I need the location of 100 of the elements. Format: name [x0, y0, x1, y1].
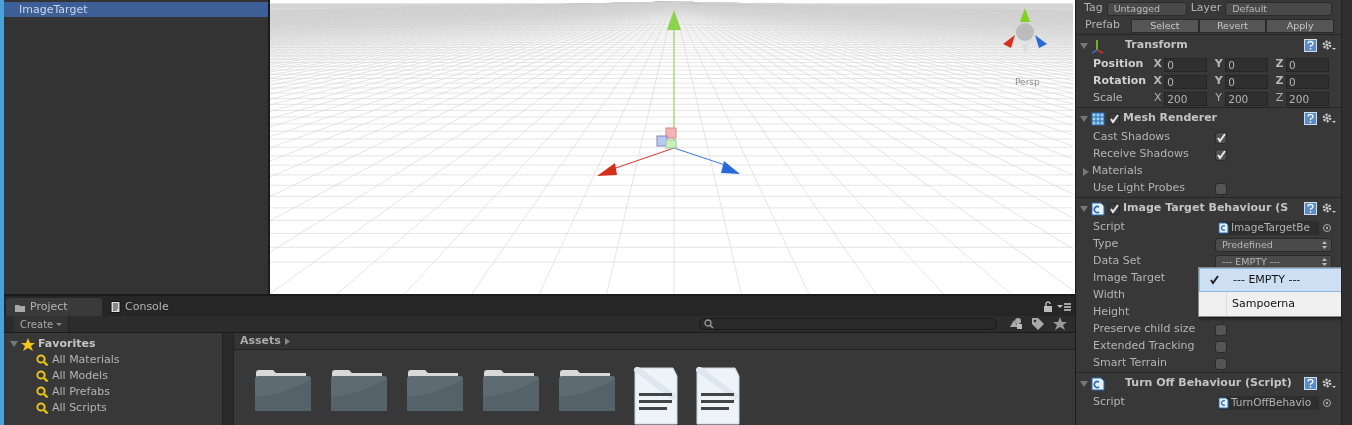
updown-icon — [1322, 257, 1327, 266]
menu-item[interactable]: Sampoerna — [1199, 292, 1352, 316]
checkbox[interactable] — [1108, 202, 1120, 215]
prefab-button[interactable]: Revert — [1198, 18, 1267, 33]
breadcrumb[interactable]: Assets — [240, 332, 281, 350]
foldout-arrow-icon[interactable] — [1080, 42, 1088, 49]
search-icon — [704, 319, 714, 329]
foldout-arrow-icon[interactable] — [1083, 167, 1089, 176]
script-icon — [1218, 221, 1229, 234]
document-icon — [110, 301, 121, 313]
field-label: Data Set — [1093, 253, 1142, 270]
number-field[interactable]: 200 — [1225, 91, 1269, 106]
search-field[interactable] — [699, 318, 997, 330]
scrollbar[interactable] — [1341, 0, 1352, 425]
create-button[interactable]: Create — [14, 316, 70, 332]
number-field[interactable]: 0 — [1286, 74, 1329, 89]
tag-dropdown[interactable]: Untagged — [1106, 1, 1187, 16]
component-title: Turn Off Behaviour (Script) — [1125, 375, 1292, 392]
shapes-icon[interactable] — [1009, 317, 1023, 330]
checkbox[interactable] — [1215, 340, 1227, 353]
gear-icon[interactable] — [1321, 377, 1336, 389]
number-field[interactable]: 0 — [1164, 57, 1208, 72]
document-icon[interactable] — [696, 367, 740, 425]
axis-label: Z — [1274, 90, 1285, 107]
help-icon[interactable] — [1304, 202, 1317, 215]
field-label: Image Target — [1093, 270, 1166, 287]
prefab-button[interactable]: Select — [1131, 18, 1199, 33]
help-icon[interactable] — [1304, 39, 1317, 52]
script-icon — [1091, 376, 1105, 391]
panel-tab[interactable]: Project — [6, 298, 102, 316]
help-icon[interactable] — [1304, 112, 1317, 125]
search-icon — [36, 369, 49, 383]
checkbox[interactable] — [1215, 131, 1227, 144]
folder-icon[interactable] — [558, 367, 616, 413]
axis-label: Y — [1213, 73, 1224, 90]
script-icon — [1091, 201, 1105, 216]
field-label: Scale — [1093, 90, 1124, 107]
axis-label: X — [1153, 90, 1163, 107]
favorite-item[interactable]: All Scripts — [52, 399, 107, 417]
caret-icon — [56, 322, 63, 326]
number-field[interactable]: 0 — [1225, 57, 1269, 72]
field-label: Height — [1093, 304, 1131, 321]
checkbox[interactable] — [1215, 182, 1227, 195]
search-icon — [36, 401, 49, 415]
caret-icon — [284, 337, 290, 345]
object-field[interactable]: ImageTargetBe — [1218, 220, 1319, 235]
search-icon — [36, 353, 49, 367]
field-label: Position — [1093, 56, 1145, 73]
object-picker-icon[interactable] — [1322, 222, 1332, 233]
help-icon[interactable] — [1304, 377, 1317, 390]
dropdown[interactable]: Predefined — [1215, 237, 1332, 252]
favorite-item[interactable]: All Materials — [52, 351, 120, 369]
axis-label: Z — [1274, 56, 1285, 73]
star-icon — [21, 337, 35, 351]
checkbox[interactable] — [1215, 148, 1227, 161]
folder-icon[interactable] — [330, 367, 388, 413]
gear-icon[interactable] — [1321, 202, 1336, 214]
number-field[interactable]: 200 — [1164, 91, 1208, 106]
gear-icon[interactable] — [1321, 112, 1336, 124]
layer-dropdown[interactable]: Default — [1225, 1, 1332, 16]
number-field[interactable]: 0 — [1164, 74, 1208, 89]
panel-tab[interactable]: Console — [102, 298, 177, 316]
object-picker-icon[interactable] — [1322, 397, 1332, 408]
favorite-item[interactable]: All Prefabs — [52, 383, 110, 401]
field-label: Script — [1093, 394, 1126, 411]
object-field[interactable]: TurnOffBehavio — [1218, 395, 1319, 410]
tag-icon[interactable] — [1031, 317, 1045, 331]
number-field[interactable]: 0 — [1225, 74, 1269, 89]
favorite-item[interactable]: All Models — [52, 367, 108, 385]
hierarchy-item[interactable]: ImageTarget — [4, 2, 268, 17]
scrollbar[interactable] — [222, 333, 234, 425]
favorites-label[interactable]: Favorites — [38, 335, 96, 353]
component-title: Transform — [1125, 37, 1188, 54]
gear-icon[interactable] — [1321, 39, 1336, 51]
axis-label: Y — [1214, 90, 1224, 107]
star-icon[interactable] — [1053, 317, 1067, 330]
field-label: Preserve child size — [1093, 321, 1197, 338]
field-label: Prefab — [1085, 17, 1122, 34]
field-label: Width — [1093, 287, 1126, 304]
lock-icon[interactable] — [1043, 301, 1053, 312]
foldout-label[interactable]: Materials — [1092, 163, 1143, 180]
folder-icon[interactable] — [254, 367, 312, 413]
number-field[interactable]: 200 — [1286, 91, 1329, 106]
number-field[interactable]: 0 — [1286, 57, 1329, 72]
scene-view[interactable]: Persp — [270, 0, 1075, 294]
field-label: Extended Tracking — [1093, 338, 1196, 355]
script-icon — [1218, 396, 1229, 409]
checkbox[interactable] — [1215, 323, 1227, 336]
component-title: Mesh Renderer — [1123, 110, 1218, 127]
field-label: Use Light Probes — [1093, 180, 1186, 197]
projection-label: Persp — [1015, 76, 1040, 89]
document-icon[interactable] — [634, 367, 678, 425]
checkbox[interactable] — [1108, 112, 1120, 125]
dropdown[interactable]: --- EMPTY --- — [1215, 254, 1332, 269]
checkbox[interactable] — [1215, 357, 1227, 370]
folder-icon[interactable] — [482, 367, 540, 413]
folder-icon[interactable] — [406, 367, 464, 413]
menu-icon[interactable] — [1057, 301, 1071, 312]
prefab-button[interactable]: Apply — [1266, 18, 1334, 33]
axis-label: Y — [1213, 56, 1224, 73]
